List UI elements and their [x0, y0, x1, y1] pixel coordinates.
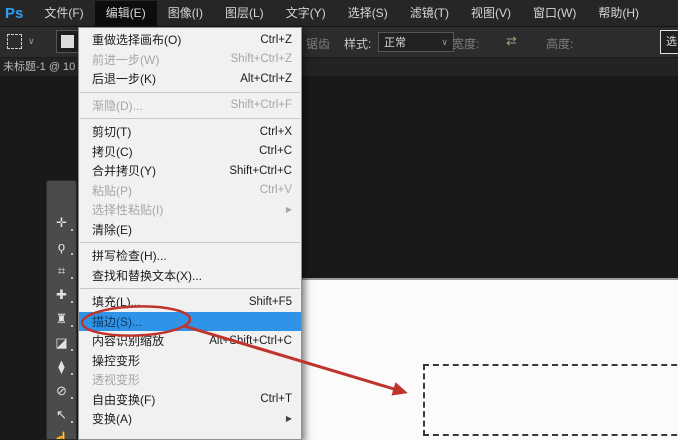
- menu-separator: [80, 288, 300, 289]
- chevron-down-icon: ∨: [28, 36, 35, 46]
- menu-item-copy[interactable]: 拷贝(C) Ctrl+C: [79, 142, 301, 162]
- menubar-item-view[interactable]: 视图(V): [460, 1, 522, 26]
- height-label: 高度:: [546, 37, 574, 51]
- clone-stamp-tool-icon: ♜: [55, 311, 68, 326]
- menu-item-paste-special[interactable]: 选择性粘贴(I) ▶: [79, 200, 301, 220]
- menu-item-transform[interactable]: 变换(A) ▶: [79, 409, 301, 429]
- select-and-mask-button[interactable]: 选: [660, 30, 678, 54]
- tools-panel: ✛ ϙ ⌗ ✚ ♜ ◪ ⧫ ⊘ ↖ ☝: [46, 180, 77, 440]
- clone-stamp-tool[interactable]: ♜: [47, 307, 76, 331]
- menubar-item-image[interactable]: 图像(I): [157, 1, 214, 26]
- edit-menu-dropdown: 重做选择画布(O) Ctrl+Z 前进一步(W) Shift+Ctrl+Z 后退一步…: [78, 27, 302, 440]
- menubar-item-edit[interactable]: 编辑(E): [94, 0, 157, 26]
- lasso-tool[interactable]: ϙ: [47, 235, 76, 259]
- document-tab[interactable]: 未标题-1 @ 10: [3, 58, 75, 77]
- menu-item-stroke[interactable]: 描边(S)...: [79, 311, 301, 331]
- swap-dimensions-icon[interactable]: ⇄: [506, 33, 517, 49]
- marquee-tool-preset[interactable]: ∨: [7, 31, 49, 52]
- menu-item-paste[interactable]: 粘贴(P) Ctrl+V: [79, 181, 301, 201]
- crop-tool[interactable]: ⌗: [47, 259, 76, 283]
- menu-item-free-transform[interactable]: 自由变换(F) Ctrl+T: [79, 390, 301, 410]
- swatch-fill: [61, 35, 74, 48]
- menu-item-step-forward[interactable]: 前进一步(W) Shift+Ctrl+Z: [79, 50, 301, 70]
- move-tool[interactable]: ✛: [47, 211, 76, 235]
- dodge-tool-icon: ⊘: [56, 383, 67, 398]
- spot-healing-tool-icon: ✚: [56, 287, 67, 302]
- menu-item-cut[interactable]: 剪切(T) Ctrl+X: [79, 122, 301, 142]
- menu-item-clear[interactable]: 清除(E): [79, 220, 301, 240]
- menu-item-perspective-warp[interactable]: 透视变形: [79, 370, 301, 390]
- menubar-item-layer[interactable]: 图层(L): [214, 1, 275, 26]
- style-label: 样式:: [344, 37, 372, 51]
- blur-tool-icon: ⧫: [58, 359, 65, 374]
- chevron-down-icon: ∨: [441, 36, 448, 47]
- menubar-item-type[interactable]: 文字(Y): [275, 1, 337, 26]
- menu-item-fade[interactable]: 渐隐(D)... Shift+Ctrl+F: [79, 96, 301, 116]
- path-select-tool-icon: ↖: [56, 407, 67, 422]
- menu-item-check-spelling[interactable]: 拼写检查(H)...: [79, 246, 301, 266]
- style-dropdown[interactable]: 正常 ∨: [378, 32, 454, 52]
- dodge-tool[interactable]: ⊘: [47, 379, 76, 403]
- menu-separator: [80, 118, 300, 119]
- menu-bar: Ps 文件(F) 编辑(E) 图像(I) 图层(L) 文字(Y) 选择(S) 滤…: [0, 0, 678, 27]
- photoshop-logo: Ps: [5, 4, 24, 22]
- path-select-tool[interactable]: ↖: [47, 403, 76, 427]
- width-label: 宽度:: [452, 37, 480, 51]
- menubar-item-filter[interactable]: 滤镜(T): [399, 1, 460, 26]
- tool-options-swatch[interactable]: [56, 30, 79, 53]
- eraser-tool-icon: ◪: [55, 335, 68, 350]
- crop-tool-icon: ⌗: [57, 263, 66, 278]
- menu-item-puppet-warp[interactable]: 操控变形: [79, 351, 301, 371]
- menu-separator: [80, 242, 300, 243]
- lasso-tool-icon: ϙ: [57, 239, 66, 254]
- menu-item-content-aware-scale[interactable]: 内容识别缩放 Alt+Shift+Ctrl+C: [79, 331, 301, 351]
- eraser-tool[interactable]: ◪: [47, 331, 76, 355]
- menubar-item-help[interactable]: 帮助(H): [587, 1, 650, 26]
- blur-tool[interactable]: ⧫: [47, 355, 76, 379]
- menubar-item-window[interactable]: 窗口(W): [522, 1, 587, 26]
- rect-marquee-icon: [7, 34, 22, 49]
- menu-item-find-replace[interactable]: 查找和替换文本(X)...: [79, 266, 301, 286]
- submenu-arrow-icon: ▶: [285, 205, 292, 215]
- menubar-item-select[interactable]: 选择(S): [337, 1, 399, 26]
- style-dropdown-value: 正常: [384, 37, 406, 49]
- photoshop-window: Ps 文件(F) 编辑(E) 图像(I) 图层(L) 文字(Y) 选择(S) 滤…: [0, 0, 678, 440]
- menubar-item-file[interactable]: 文件(F): [33, 1, 94, 26]
- antialias-label: 锯齿: [306, 37, 331, 51]
- move-tool-icon: ✛: [56, 215, 67, 230]
- smudge-tool-icon: ☝: [53, 431, 70, 440]
- canvas-white-area[interactable]: [302, 278, 678, 440]
- menu-item-fill[interactable]: 填充(L)... Shift+F5: [79, 292, 301, 312]
- selection-marquee-rect[interactable]: [423, 364, 678, 436]
- menu-item-copy-merged[interactable]: 合并拷贝(Y) Shift+Ctrl+C: [79, 161, 301, 181]
- menu-item-step-backward[interactable]: 后退一步(K) Alt+Ctrl+Z: [79, 69, 301, 89]
- smudge-tool[interactable]: ☝: [47, 427, 76, 440]
- menu-separator: [80, 91, 300, 93]
- menu-item-redo[interactable]: 重做选择画布(O) Ctrl+Z: [79, 30, 301, 50]
- submenu-arrow-icon: ▶: [285, 414, 292, 424]
- spot-healing-tool[interactable]: ✚: [47, 283, 76, 307]
